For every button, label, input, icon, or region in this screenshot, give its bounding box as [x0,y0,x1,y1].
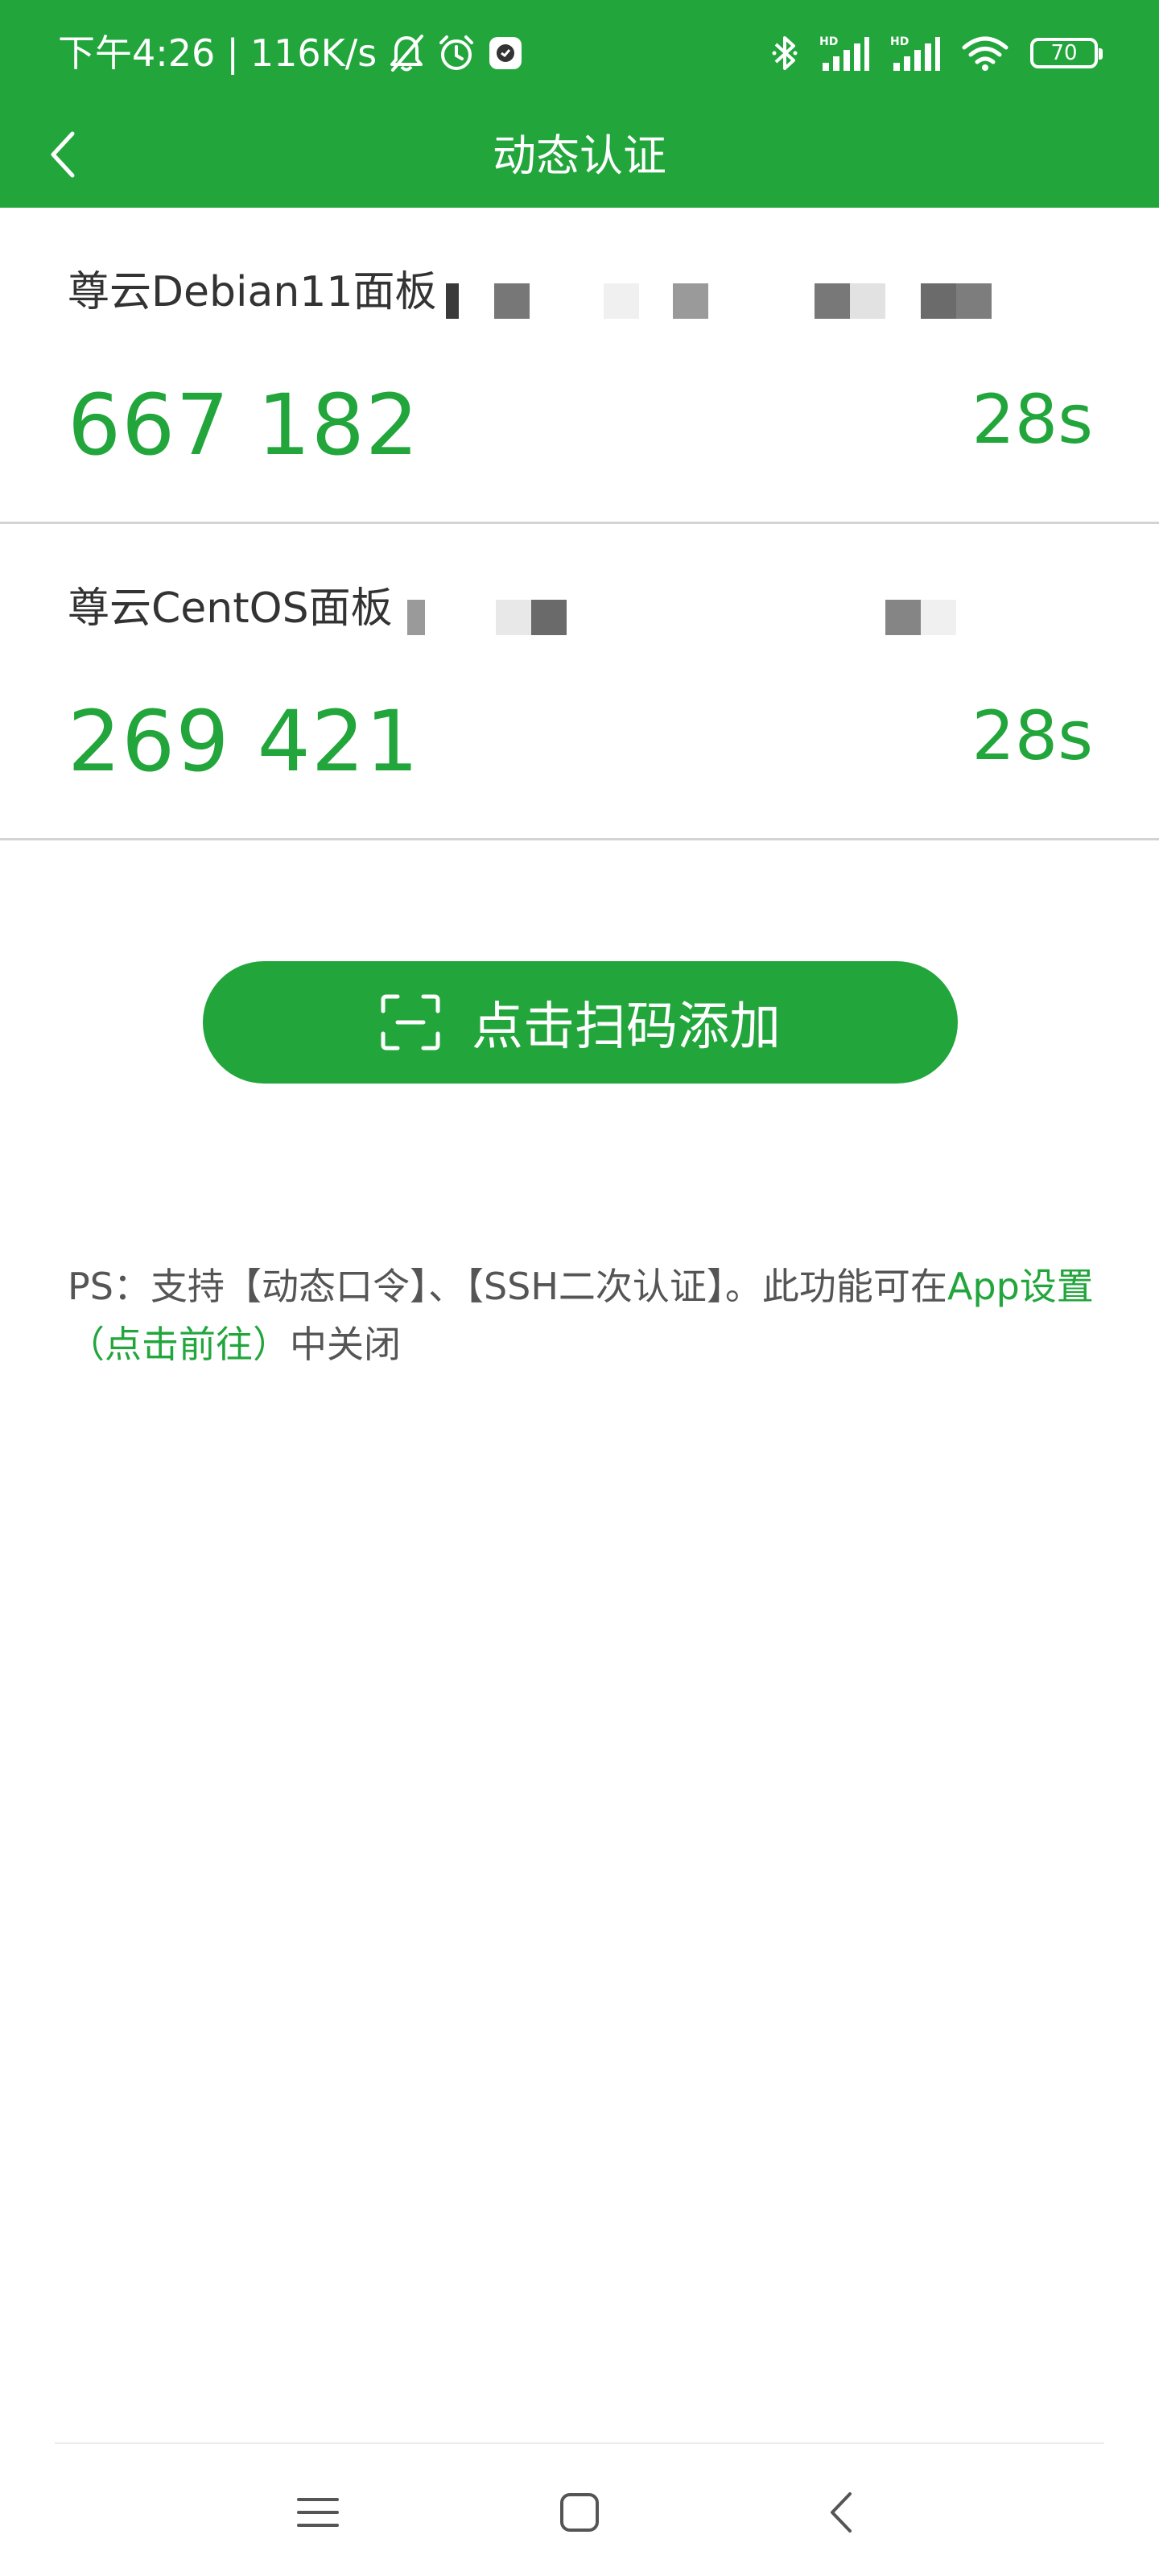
bell-off-icon [388,33,425,73]
battery-icon: 70 [1030,38,1103,68]
account-item[interactable]: 尊云CentOS面板 269 421 28s [0,524,1159,840]
recent-apps-button[interactable] [274,2476,362,2549]
otp-code: 667 182 [68,376,420,474]
signal-hd-icon: HD [819,34,869,72]
back-triangle-icon [827,2491,855,2534]
feature-note: PS：支持【动态口令】、【SSH二次认证】。此功能可在App设置（点击前往）中关… [68,1257,1159,1373]
note-suffix: 中关闭 [290,1323,401,1366]
signal-hd-icon: HD [890,34,940,72]
alarm-icon [436,33,476,73]
menu-icon [297,2495,339,2530]
status-bar-right: HD HD 70 [771,29,1103,77]
page-title: 动态认证 [493,130,666,181]
redacted-mosaic [446,283,993,319]
note-prefix: PS：支持【动态口令】、【SSH二次认证】。此功能可在 [68,1265,947,1308]
app-bar: 动态认证 [0,105,1159,208]
account-name-row: 尊云CentOS面板 [68,582,393,635]
scan-add-button[interactable]: 点击扫码添加 [203,961,958,1084]
bluetooth-icon [771,33,798,73]
status-separator: | [226,31,239,75]
back-nav-button[interactable] [797,2476,885,2549]
scan-add-label: 点击扫码添加 [472,997,781,1057]
home-square-icon [559,2492,600,2533]
account-list: 尊云Debian11面板 667 182 28s 尊云CentOS面板 269 … [0,208,1159,840]
status-bar-left: 下午4:26 | 116K/s [58,29,523,77]
account-name: 尊云Debian11面板 [68,268,437,316]
account-name: 尊云CentOS面板 [68,584,393,633]
home-button[interactable] [535,2476,624,2549]
redacted-mosaic [407,600,963,635]
account-item[interactable]: 尊云Debian11面板 667 182 28s [0,208,1159,524]
account-name-row: 尊云Debian11面板 [68,266,436,319]
scan-icon [380,993,441,1051]
status-bar: 下午4:26 | 116K/s HD HD 70 [0,0,1159,105]
svg-text:HD: HD [819,35,838,48]
battery-level: 70 [1050,41,1078,65]
wifi-icon [961,35,1009,72]
otp-countdown: 28s [971,380,1093,459]
status-time: 下午4:26 [58,31,216,75]
otp-code: 269 421 [68,692,420,791]
svg-text:HD: HD [890,35,909,48]
network-speed: 116K/s [250,31,377,75]
system-nav-bar [0,2444,1159,2576]
otp-countdown: 28s [971,696,1093,775]
app-notification-icon [488,35,523,71]
